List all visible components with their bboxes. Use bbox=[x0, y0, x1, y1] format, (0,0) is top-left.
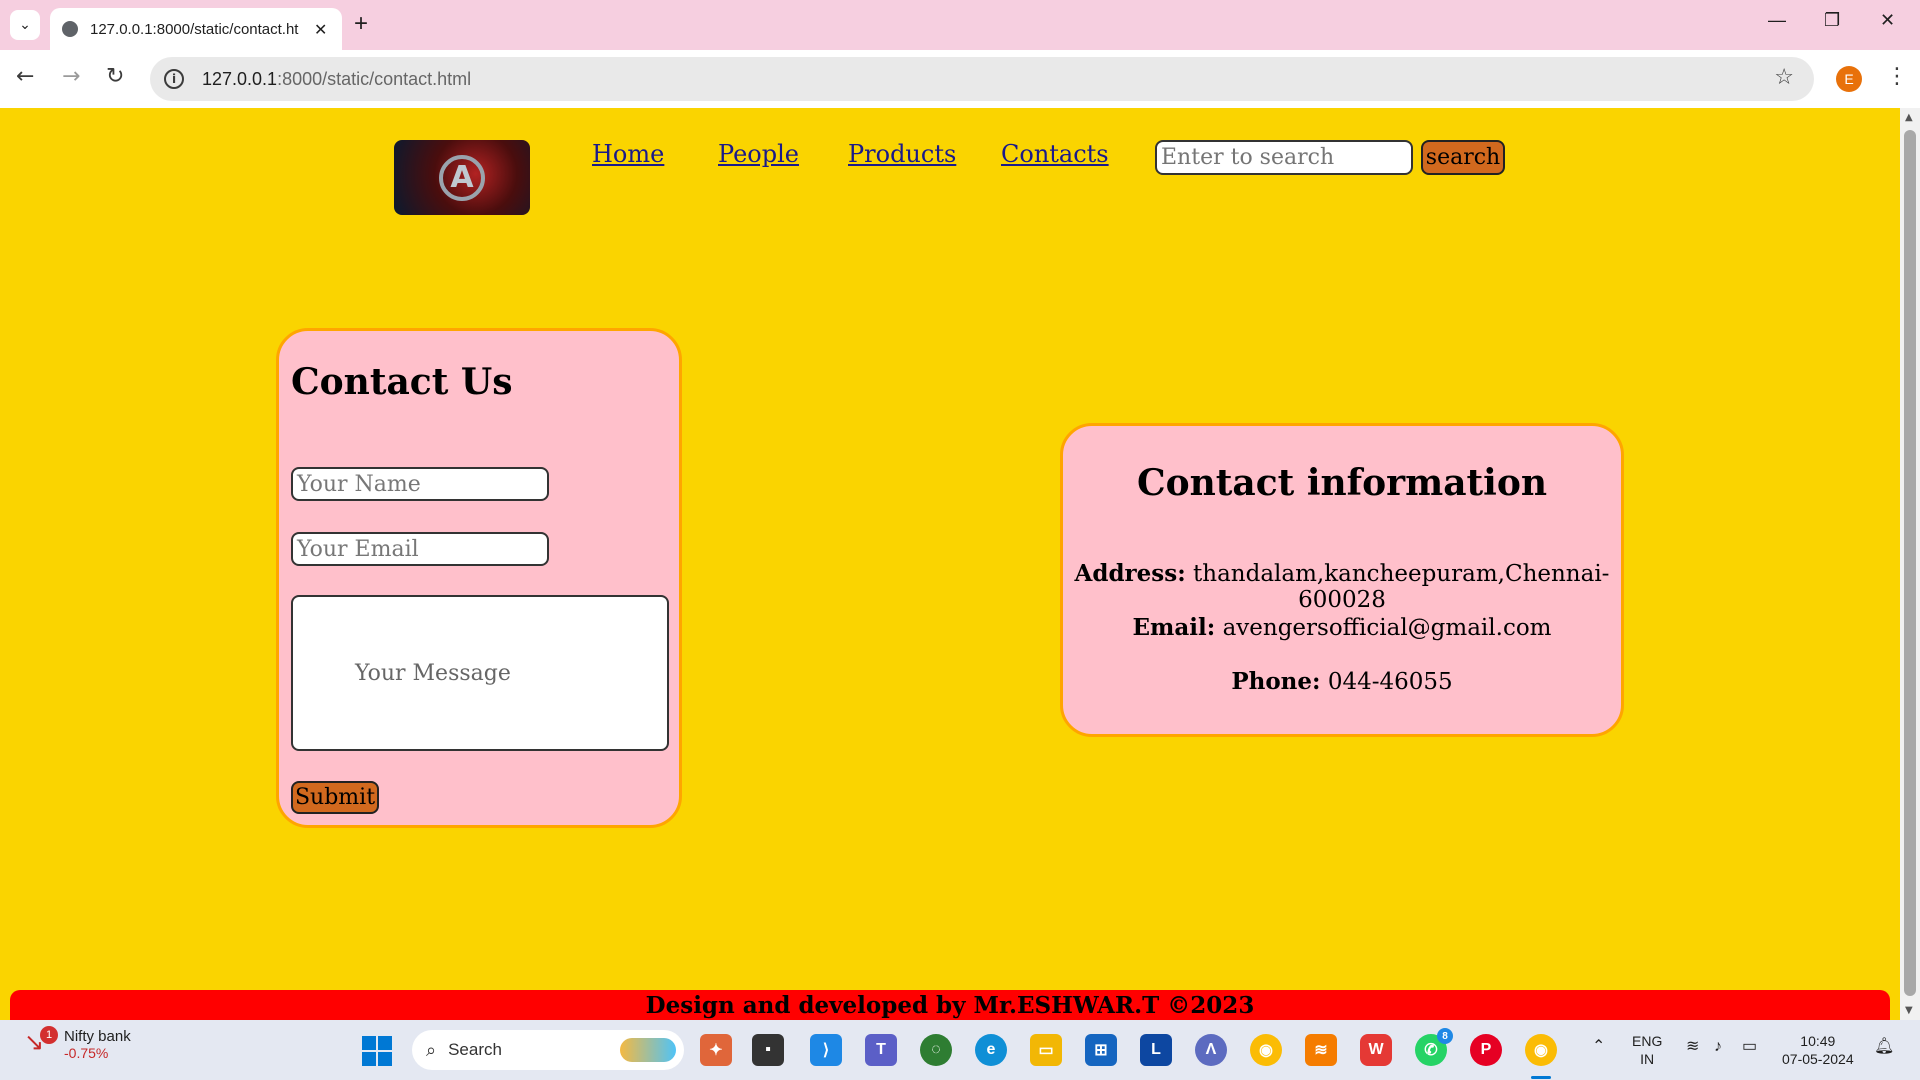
submit-button[interactable]: Submit bbox=[291, 781, 379, 814]
search-icon: ⌕ bbox=[426, 1039, 437, 1060]
page-viewport: A Home People Products Contacts search C… bbox=[0, 108, 1900, 1020]
pinterest-icon[interactable]: P bbox=[1470, 1034, 1502, 1066]
whatsapp-icon[interactable]: ✆ 8 bbox=[1415, 1028, 1453, 1066]
url-host: 127.0.0.1 bbox=[202, 68, 278, 89]
store-icon[interactable]: ⊞ bbox=[1085, 1034, 1117, 1066]
url-path: :8000/static/contact.html bbox=[277, 68, 472, 89]
search-input[interactable] bbox=[1155, 140, 1413, 175]
folder-icon[interactable]: ▭ bbox=[1030, 1034, 1062, 1066]
back-icon[interactable]: ← bbox=[16, 64, 34, 89]
restore-button[interactable]: ❐ bbox=[1824, 10, 1840, 31]
scroll-up-icon[interactable]: ▲ bbox=[1905, 112, 1913, 123]
browser-toolbar: ← → ↻ i 127.0.0.1:8000/static/contact.ht… bbox=[0, 50, 1920, 108]
address-bar[interactable]: i 127.0.0.1:8000/static/contact.html ☆ bbox=[150, 57, 1814, 101]
clock-time: 10:49 bbox=[1800, 1033, 1836, 1049]
jupyter-icon[interactable]: ≋ bbox=[1305, 1034, 1337, 1066]
stock-icon: ↘ 1 bbox=[24, 1026, 58, 1056]
stock-badge: 1 bbox=[40, 1026, 58, 1044]
chevron-down-icon: ⌄ bbox=[19, 17, 31, 33]
new-tab-button[interactable]: + bbox=[354, 10, 368, 38]
phone-row: Phone: 044-46055 bbox=[1063, 668, 1621, 695]
page-scrollbar[interactable]: ▲ ▼ bbox=[1900, 108, 1920, 1020]
email-row: Email: avengersofficial@gmail.com bbox=[1063, 614, 1621, 641]
battery-icon[interactable]: ▭ bbox=[1742, 1038, 1757, 1056]
contact-info-title: Contact information bbox=[1136, 462, 1548, 504]
lang-line2: IN bbox=[1640, 1051, 1655, 1067]
windows-taskbar: ↘ 1 Nifty bank -0.75% ⌕ Search ✦ ▪ ⟩ T ◌… bbox=[0, 1020, 1920, 1080]
minimize-button[interactable]: — bbox=[1768, 10, 1786, 31]
windows-start-icon[interactable] bbox=[362, 1036, 392, 1066]
l-app-icon[interactable]: L bbox=[1140, 1034, 1172, 1066]
notification-bell-icon[interactable]: 🔔︎ bbox=[1874, 1038, 1894, 1056]
site-info-icon[interactable]: i bbox=[164, 69, 184, 89]
contact-form-card: Contact Us Your Name Your Email Your Mes… bbox=[276, 328, 682, 828]
browser-menu-icon[interactable]: ⋮ bbox=[1886, 64, 1908, 89]
email-label: Email: bbox=[1132, 614, 1216, 641]
globe-icon bbox=[62, 21, 78, 37]
browser-tab-bar: ⌄ 127.0.0.1:8000/static/contact.ht ✕ + —… bbox=[0, 0, 1920, 50]
nav-link-home[interactable]: Home bbox=[592, 140, 664, 168]
tab-close-icon[interactable]: ✕ bbox=[314, 20, 327, 39]
close-window-button[interactable]: ✕ bbox=[1880, 10, 1895, 31]
phone-value: 044-46055 bbox=[1327, 669, 1453, 695]
nav-link-contacts[interactable]: Contacts bbox=[1001, 140, 1109, 168]
email-value: avengersofficial@gmail.com bbox=[1222, 615, 1552, 641]
taskbar-search[interactable]: ⌕ Search bbox=[412, 1030, 684, 1070]
message-field[interactable]: Your Message bbox=[291, 595, 669, 751]
search-button[interactable]: search bbox=[1421, 140, 1505, 175]
refresh-app-icon[interactable]: ◌ bbox=[920, 1034, 952, 1066]
chrome-icon[interactable]: ◉ bbox=[1250, 1034, 1282, 1066]
teams-icon[interactable]: T bbox=[865, 1034, 897, 1066]
address-url: 127.0.0.1:8000/static/contact.html bbox=[202, 69, 471, 90]
contact-form-title: Contact Us bbox=[291, 361, 513, 403]
language-indicator[interactable]: ENG IN bbox=[1632, 1032, 1662, 1068]
forward-icon[interactable]: → bbox=[62, 64, 80, 89]
address-label: Address: bbox=[1074, 560, 1186, 587]
lang-line1: ENG bbox=[1632, 1033, 1663, 1049]
clock[interactable]: 10:49 07-05-2024 bbox=[1782, 1032, 1854, 1068]
a-app-icon[interactable]: Λ bbox=[1195, 1034, 1227, 1066]
phone-label: Phone: bbox=[1231, 668, 1321, 695]
file-manager-icon[interactable]: ▪ bbox=[752, 1034, 784, 1066]
avengers-a-icon: A bbox=[439, 154, 485, 201]
name-field[interactable]: Your Name bbox=[291, 467, 549, 501]
stock-name: Nifty bank bbox=[64, 1028, 131, 1045]
tray-overflow-icon[interactable]: ⌃ bbox=[1592, 1038, 1605, 1056]
reload-icon[interactable]: ↻ bbox=[106, 64, 124, 89]
volume-icon[interactable]: ♪ bbox=[1714, 1038, 1722, 1056]
browser-tab-active[interactable]: 127.0.0.1:8000/static/contact.ht ✕ bbox=[50, 8, 342, 50]
taskbar-search-label: Search bbox=[448, 1040, 502, 1059]
vscode-icon[interactable]: ⟩ bbox=[810, 1034, 842, 1066]
whatsapp-badge: 8 bbox=[1437, 1028, 1453, 1044]
wifi-icon[interactable]: ≋ bbox=[1686, 1038, 1699, 1056]
stock-widget[interactable]: ↘ 1 Nifty bank -0.75% bbox=[24, 1026, 131, 1061]
page-footer: Design and developed by Mr.ESHWAR.T ©202… bbox=[10, 990, 1890, 1020]
tab-title: 127.0.0.1:8000/static/contact.ht bbox=[90, 20, 299, 38]
nav-link-products[interactable]: Products bbox=[848, 140, 956, 168]
address-row: Address: thandalam,kancheepuram,Chennai-… bbox=[1063, 560, 1621, 613]
scrollbar-thumb[interactable] bbox=[1904, 130, 1916, 996]
wps-icon[interactable]: W bbox=[1360, 1034, 1392, 1066]
address-value: thandalam,kancheepuram,Chennai-600028 bbox=[1193, 561, 1610, 613]
copilot-icon[interactable]: ✦ bbox=[700, 1034, 732, 1066]
contact-info-card: Contact information Address: thandalam,k… bbox=[1060, 423, 1624, 737]
avengers-logo: A bbox=[394, 140, 530, 215]
chrome-active-icon[interactable]: ◉ bbox=[1525, 1034, 1557, 1066]
email-field[interactable]: Your Email bbox=[291, 532, 549, 566]
stock-change: -0.75% bbox=[64, 1045, 109, 1061]
search-highlight-icon bbox=[620, 1038, 676, 1062]
scroll-down-icon[interactable]: ▼ bbox=[1905, 1005, 1913, 1016]
tab-search-button[interactable]: ⌄ bbox=[10, 10, 40, 40]
clock-date: 07-05-2024 bbox=[1782, 1051, 1854, 1067]
bookmark-star-icon[interactable]: ☆ bbox=[1774, 65, 1794, 90]
edge-icon[interactable]: e bbox=[975, 1034, 1007, 1066]
nav-link-people[interactable]: People bbox=[718, 140, 799, 168]
active-app-indicator bbox=[1531, 1076, 1551, 1079]
profile-avatar[interactable]: E bbox=[1836, 66, 1862, 92]
